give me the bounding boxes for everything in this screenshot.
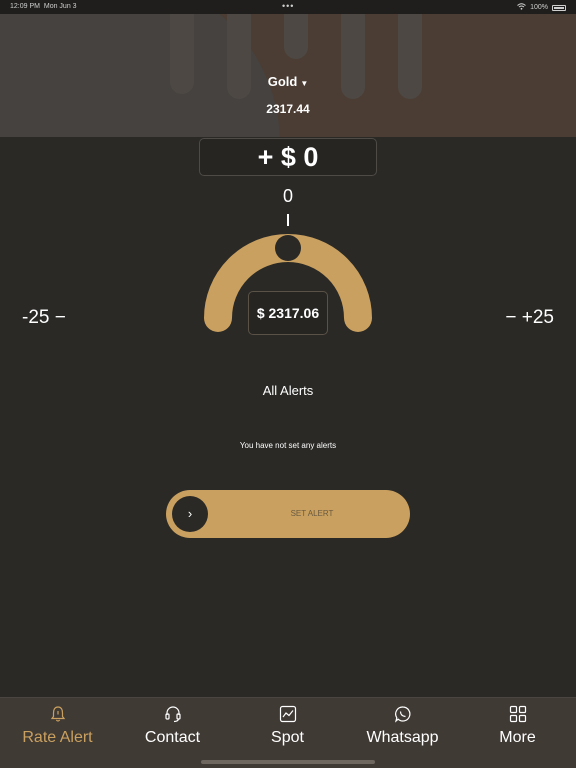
whatsapp-icon [394, 706, 410, 723]
tab-label: More [499, 729, 536, 746]
tab-label: Rate Alert [22, 729, 93, 746]
wifi-icon [517, 3, 526, 12]
symbol-label: Gold [267, 74, 298, 89]
alerts-empty-message: You have not set any alerts [239, 441, 337, 450]
headset-icon [164, 706, 181, 723]
set-alert-slider[interactable]: SET ALERT › [166, 490, 410, 538]
set-alert-label: SET ALERT [290, 509, 334, 518]
chart-icon [279, 705, 296, 723]
increase-button[interactable]: − +25 [505, 307, 554, 329]
price-header: Gold ▼ 2317.44 [0, 14, 576, 137]
multitask-dots[interactable]: ••• [282, 1, 294, 11]
tab-contact[interactable]: Contact [115, 698, 230, 768]
battery-icon [552, 4, 566, 11]
caret-down-icon: ▼ [300, 79, 309, 88]
battery-percent: 100% [530, 4, 548, 11]
tab-spot[interactable]: Spot [230, 698, 345, 768]
tab-label: Contact [144, 729, 201, 746]
tab-rate-alert[interactable]: Rate Alert [0, 698, 115, 768]
gauge-center-tick [287, 214, 289, 226]
tab-label: Spot [271, 729, 304, 746]
header-decoration [284, 14, 308, 59]
bell-icon [50, 706, 65, 722]
alerts-title: All Alerts [262, 383, 314, 398]
offset-display: + $ 0 [199, 138, 377, 176]
tab-bar: Rate Alert Contact Spot Whatsapp More [0, 697, 576, 768]
tab-label: Whatsapp [366, 729, 439, 746]
decrease-button[interactable]: -25 − [22, 307, 66, 329]
status-indicators: 100% [517, 3, 566, 12]
symbol-dropdown[interactable]: Gold ▼ [0, 74, 576, 89]
gauge-knob[interactable] [275, 235, 301, 261]
status-time: 12:09 PM Mon Jun 3 [10, 3, 77, 10]
chevron-right-icon[interactable]: › [172, 496, 208, 532]
home-indicator[interactable] [201, 760, 375, 764]
tab-more[interactable]: More [460, 698, 575, 768]
status-bar: 12:09 PM Mon Jun 3 ••• 100% [0, 0, 576, 14]
grid-icon [509, 705, 526, 723]
tab-whatsapp[interactable]: Whatsapp [345, 698, 460, 768]
live-price: 2317.44 [266, 102, 310, 116]
offset-value: 0 [282, 186, 293, 206]
target-price: $ 2317.06 [248, 291, 328, 335]
